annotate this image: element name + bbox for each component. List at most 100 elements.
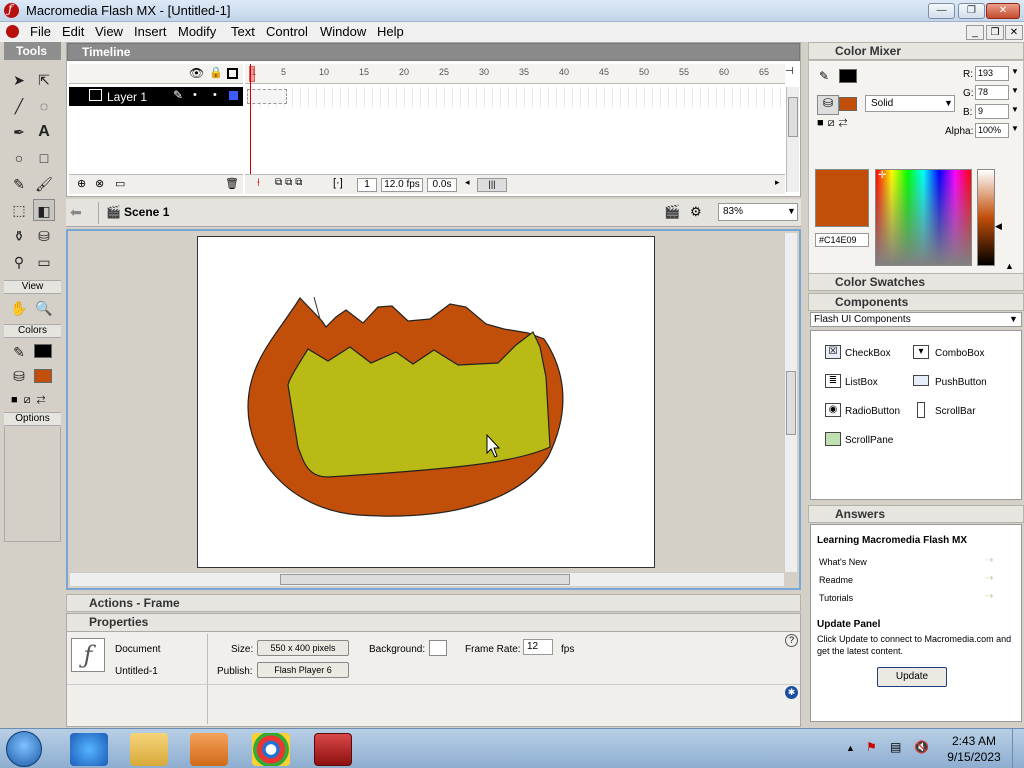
media-player-icon[interactable] — [190, 733, 228, 766]
flash-taskbar-icon[interactable] — [314, 733, 352, 766]
menu-control[interactable]: Control — [260, 24, 314, 39]
scene-name[interactable]: Scene 1 — [124, 205, 169, 219]
menu-text[interactable]: Text — [225, 24, 261, 39]
timeline-vscroll-thumb[interactable] — [788, 97, 798, 137]
stage-vscroll[interactable] — [784, 233, 797, 572]
doc-restore-button[interactable]: ❐ — [986, 25, 1004, 40]
fill-color-icon[interactable]: ⛁ — [8, 365, 30, 387]
eyedropper-tool-icon[interactable]: ⚲ — [8, 251, 30, 273]
actions-panel-header[interactable]: Actions - Frame — [66, 594, 801, 612]
explorer-icon[interactable] — [130, 733, 168, 766]
line-tool-icon[interactable]: ╱ — [8, 95, 30, 117]
lasso-tool-icon[interactable]: ◌ — [33, 95, 55, 117]
stage-area[interactable] — [66, 229, 801, 590]
drawing-svg[interactable] — [198, 237, 656, 569]
rectangle-tool-icon[interactable]: □ — [33, 147, 55, 169]
green-input[interactable]: 78 — [975, 85, 1009, 100]
edit-scene-icon[interactable]: 🎬 — [664, 204, 680, 220]
alpha-input[interactable]: 100% — [975, 123, 1009, 138]
back-arrow-icon[interactable]: ⬅ — [70, 204, 82, 221]
blue-input[interactable]: 9 — [975, 104, 1009, 119]
minimize-button[interactable]: — — [928, 3, 955, 19]
clock-time[interactable]: 2:43 AM — [944, 734, 1004, 748]
scroll-right-icon[interactable]: ▸ — [775, 177, 780, 188]
edit-markers-icon[interactable]: [·] — [333, 177, 343, 189]
answers-link[interactable]: Readme — [819, 575, 853, 585]
radiobutton-icon[interactable]: ◉ — [825, 403, 841, 417]
outline-color-icon[interactable] — [229, 91, 238, 100]
chevron-down-icon[interactable]: ▼ — [1011, 67, 1019, 76]
ie-icon[interactable] — [70, 733, 108, 766]
update-button[interactable]: Update — [877, 667, 947, 687]
answers-link[interactable]: Tutorials — [819, 593, 853, 603]
subselect-tool-icon[interactable]: ⇱ — [33, 69, 55, 91]
publish-button[interactable]: Flash Player 6 — [257, 662, 349, 678]
chevron-down-icon[interactable]: ▼ — [1011, 124, 1019, 133]
stage-canvas[interactable] — [197, 236, 655, 568]
scrollbar-icon[interactable] — [917, 402, 925, 418]
arrow-tool-icon[interactable]: ➤ — [8, 69, 30, 91]
menu-window[interactable]: Window — [314, 24, 372, 39]
scroll-left-icon[interactable]: ◂ — [465, 177, 470, 188]
component-set-select[interactable]: Flash UI Components ▼ — [810, 312, 1022, 327]
component-item[interactable]: RadioButton — [845, 406, 900, 417]
hand-tool-icon[interactable]: ✋ — [8, 297, 30, 319]
fill-color-swatch[interactable] — [34, 369, 52, 383]
component-item[interactable]: ScrollPane — [845, 435, 893, 446]
checkbox-icon[interactable]: ☒ — [825, 345, 841, 359]
fill-type-select[interactable]: Solid ▼ — [865, 95, 955, 112]
insert-folder-icon[interactable]: ▭ — [115, 177, 125, 190]
answers-header[interactable]: Answers — [808, 505, 1024, 523]
add-guide-icon[interactable]: ⊗ — [95, 177, 104, 190]
brightness-arrow-icon[interactable]: ◀ — [995, 221, 1002, 232]
outline-icon[interactable] — [227, 68, 238, 79]
visible-dot-icon[interactable]: • — [193, 89, 197, 101]
maximize-button[interactable]: ❐ — [958, 3, 985, 19]
zoom-select[interactable]: 83% ▼ — [718, 203, 798, 221]
timeline-header[interactable]: Timeline — [67, 43, 800, 61]
expand-icon[interactable]: ▲ — [1005, 261, 1014, 271]
swap-colors-icons[interactable]: ■⧄⇄ — [817, 117, 851, 130]
eraser-tool-icon[interactable]: ▭ — [33, 251, 55, 273]
clock-date[interactable]: 9/15/2023 — [944, 750, 1004, 764]
free-transform-tool-icon[interactable]: ⬚ — [8, 199, 30, 221]
frame-row[interactable] — [245, 87, 785, 107]
stroke-color-icon[interactable]: ✎ — [8, 341, 30, 363]
menu-file[interactable]: File — [24, 24, 57, 39]
doc-minimize-button[interactable]: _ — [966, 25, 984, 40]
help-icon[interactable]: ? — [785, 634, 798, 647]
doc-close-button[interactable]: ✕ — [1005, 25, 1023, 40]
eye-icon[interactable]: 👁 — [189, 66, 204, 80]
component-item[interactable]: CheckBox — [845, 348, 891, 359]
chevron-down-icon[interactable]: ▼ — [1011, 86, 1019, 95]
lock-icon[interactable]: 🔒 — [209, 66, 223, 79]
color-swatches-header[interactable]: Color Swatches — [808, 273, 1024, 291]
color-options-icons[interactable]: ■⧄⇄ — [11, 394, 51, 407]
open-link-icon[interactable]: ⇢ — [985, 573, 993, 584]
action-center-icon[interactable]: ⚑ — [866, 740, 877, 754]
layer-name[interactable]: Layer 1 — [107, 90, 147, 104]
keyframe-span[interactable] — [247, 89, 287, 104]
insert-layer-icon[interactable]: ⊕ — [77, 177, 86, 190]
menu-view[interactable]: View — [89, 24, 129, 39]
listbox-icon[interactable]: ≣ — [825, 374, 841, 388]
chrome-icon[interactable] — [252, 733, 290, 766]
mixer-fill-swatch[interactable] — [839, 97, 857, 111]
hex-input[interactable]: #C14E09 — [815, 233, 869, 247]
component-item[interactable]: ScrollBar — [935, 406, 976, 417]
stage-hscroll[interactable] — [70, 572, 784, 586]
pen-tool-icon[interactable]: ✒ — [8, 121, 30, 143]
zoom-tool-icon[interactable]: 🔍 — [33, 297, 55, 319]
ink-bottle-tool-icon[interactable]: ⚱ — [8, 225, 30, 247]
lock-dot-icon[interactable]: • — [213, 89, 217, 101]
component-item[interactable]: PushButton — [935, 377, 987, 388]
stroke-color-swatch[interactable] — [34, 344, 52, 358]
components-header[interactable]: Components — [808, 293, 1024, 311]
menu-edit[interactable]: Edit — [56, 24, 90, 39]
brush-tool-icon[interactable]: 🖌 — [33, 173, 55, 195]
trash-icon[interactable]: 🗑 — [225, 177, 239, 190]
component-item[interactable]: ComboBox — [935, 348, 984, 359]
layer-row[interactable]: Layer 1 ✎ • • — [69, 87, 243, 106]
timeline-menu-icon[interactable]: ⊣ — [785, 66, 797, 80]
menu-modify[interactable]: Modify — [172, 24, 222, 39]
